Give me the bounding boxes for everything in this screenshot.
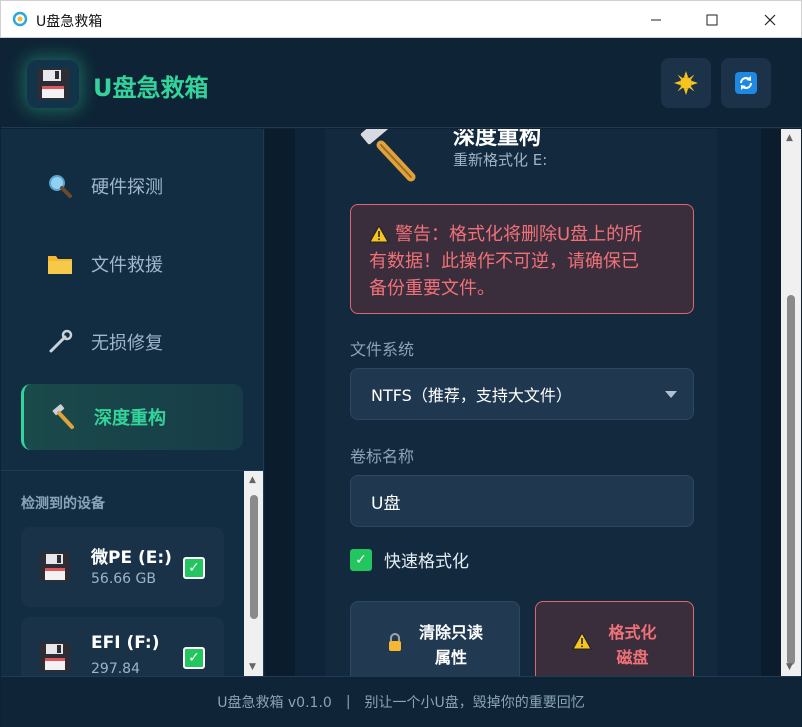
warning-text-line1: 警告：格式化将删除U盘上的所	[395, 224, 643, 245]
sun-icon	[674, 71, 698, 95]
device-size: 297.84	[91, 661, 140, 676]
close-icon	[764, 14, 776, 25]
format-disk-button[interactable]: 格式化 磁盘	[535, 601, 694, 676]
logo	[27, 60, 79, 108]
quick-format-option[interactable]: ✓ 快速格式化	[350, 547, 469, 572]
format-disk-line2: 磁盘	[616, 648, 649, 667]
nav-label: 无损修复	[91, 333, 163, 354]
scroll-down-icon[interactable]: ▼	[786, 662, 793, 672]
volume-label-input[interactable]: U盘	[350, 475, 694, 527]
filesystem-select[interactable]: NTFS（推荐，支持大文件）	[350, 368, 694, 420]
volume-label-label: 卷标名称	[350, 447, 415, 466]
scrollbar-thumb[interactable]	[250, 495, 258, 619]
floppy-disk-icon	[40, 642, 70, 672]
volume-label-value: U盘	[371, 493, 401, 514]
clear-readonly-line2: 属性	[434, 648, 467, 667]
nav-item-file-rescue[interactable]: 文件救援	[21, 231, 243, 297]
scroll-down-icon[interactable]: ▼	[249, 662, 256, 672]
close-button[interactable]	[747, 1, 793, 38]
minimize-icon	[651, 19, 661, 20]
wrench-icon	[45, 327, 75, 357]
device-checkbox[interactable]: ✓	[183, 647, 205, 669]
device-size: 56.66 GB	[91, 571, 156, 587]
device-card[interactable]: EFI (F:) 297.84 ✓	[21, 617, 224, 676]
window-titlebar: U盘急救箱	[0, 0, 802, 38]
section-title: 深度重构	[453, 129, 542, 150]
quick-format-label: 快速格式化	[384, 552, 469, 572]
nav-label: 硬件探测	[91, 177, 163, 198]
minimize-button[interactable]	[633, 1, 679, 38]
folder-icon	[45, 249, 75, 279]
devices-section-title: 检测到的设备	[21, 496, 105, 512]
footer-version: U盘急救箱 v0.1.0	[217, 695, 332, 711]
main-scrollbar[interactable]: ▲ ▼	[781, 129, 801, 676]
section-subtitle: 重新格式化 E:	[453, 151, 548, 169]
hammer-icon	[48, 402, 78, 432]
nav-item-deep-rebuild[interactable]: 深度重构	[21, 384, 243, 450]
device-name: 微PE (E:)	[91, 548, 172, 568]
clear-readonly-line1: 清除只读	[418, 623, 483, 642]
nav-item-lossless-repair[interactable]: 无损修复	[21, 309, 243, 375]
scroll-up-icon[interactable]: ▲	[249, 475, 256, 485]
theme-toggle-button[interactable]	[661, 58, 711, 108]
chevron-down-icon	[665, 391, 677, 398]
warning-box: 警告：格式化将删除U盘上的所 有数据！此操作不可逆，请确保已 备份重要文件。	[350, 204, 694, 314]
sidebar-divider	[1, 470, 263, 471]
nav-item-hardware-detect[interactable]: 硬件探测	[21, 153, 243, 219]
warning-icon	[369, 225, 389, 243]
footer-separator: |	[345, 694, 351, 710]
floppy-disk-icon	[37, 68, 69, 100]
clear-readonly-button[interactable]: 清除只读 属性	[350, 601, 520, 676]
app-footer: U盘急救箱 v0.1.0 | 别让一个小U盘，毁掉你的重要回忆	[1, 676, 801, 727]
magnifier-icon	[45, 171, 75, 201]
scrollbar-thumb[interactable]	[787, 295, 795, 665]
sidebar: 硬件探测 文件救援 无损修复 深度重构 检测到的设备 微PE (E:) 56.6…	[1, 129, 264, 676]
nav-label: 深度重构	[94, 408, 166, 429]
refresh-icon	[735, 72, 757, 94]
filesystem-value: NTFS（推荐，支持大文件）	[371, 386, 572, 405]
brand-title: U盘急救箱	[93, 74, 209, 102]
warning-icon	[572, 632, 593, 650]
window-title: U盘急救箱	[36, 14, 103, 30]
device-checkbox[interactable]: ✓	[183, 557, 205, 579]
refresh-button[interactable]	[721, 58, 771, 108]
filesystem-label: 文件系统	[350, 340, 415, 359]
scroll-up-icon[interactable]: ▲	[786, 133, 793, 143]
device-card[interactable]: 微PE (E:) 56.66 GB ✓	[21, 527, 224, 607]
nav-label: 文件救援	[91, 255, 163, 276]
warning-text-line3: 备份重要文件。	[369, 278, 495, 299]
footer-slogan: 别让一个小U盘，毁掉你的重要回忆	[364, 695, 585, 711]
hammer-icon	[360, 129, 416, 182]
maximize-icon	[706, 14, 718, 25]
device-list-scrollbar[interactable]: ▲ ▼	[244, 471, 263, 676]
floppy-disk-icon	[40, 552, 70, 582]
app-header: U盘急救箱	[1, 38, 801, 128]
lock-icon	[388, 633, 401, 651]
maximize-button[interactable]	[689, 1, 735, 38]
warning-text-line2: 有数据！此操作不可逆，请确保已	[369, 251, 639, 272]
quick-format-checkbox[interactable]: ✓	[350, 548, 372, 571]
format-disk-line1: 格式化	[608, 623, 657, 642]
app-icon	[12, 11, 28, 27]
main-content: 深度重构 重新格式化 E: 警告：格式化将删除U盘上的所 有数据！此操作不可逆，…	[265, 129, 781, 676]
device-name: EFI (F:)	[91, 633, 160, 653]
